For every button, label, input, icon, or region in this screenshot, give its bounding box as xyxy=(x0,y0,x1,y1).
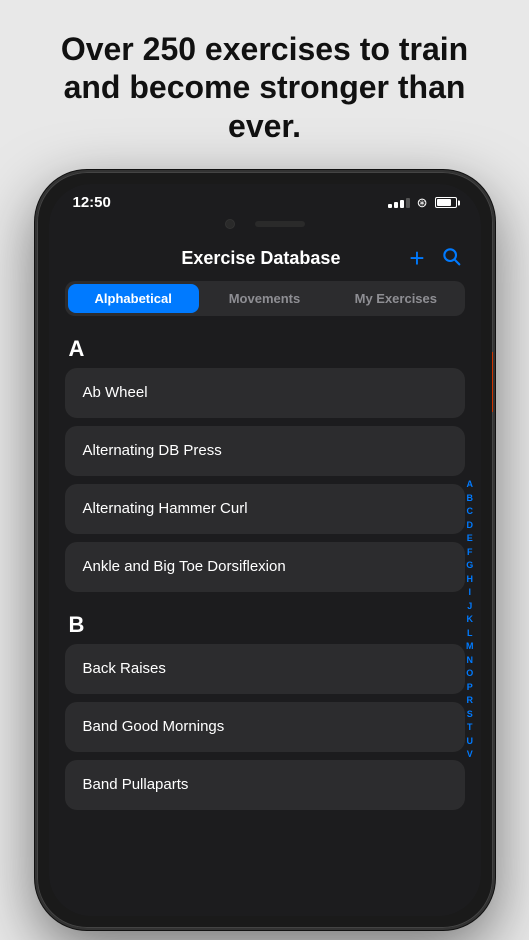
list-item[interactable]: Alternating DB Press xyxy=(65,426,465,476)
alpha-H[interactable]: H xyxy=(463,573,477,587)
alpha-N[interactable]: N xyxy=(463,654,477,668)
app-header: Exercise Database + xyxy=(49,237,481,281)
alpha-B[interactable]: B xyxy=(463,492,477,506)
list-item[interactable]: Ankle and Big Toe Dorsiflexion xyxy=(65,542,465,592)
section-b-header: B xyxy=(65,600,465,644)
alpha-E[interactable]: E xyxy=(463,532,477,546)
front-camera xyxy=(225,219,235,229)
exercise-name: Ab Wheel xyxy=(83,384,148,401)
alpha-C[interactable]: C xyxy=(463,505,477,519)
battery-icon xyxy=(435,197,457,208)
exercise-name: Band Pullaparts xyxy=(83,776,189,793)
exercise-name: Ankle and Big Toe Dorsiflexion xyxy=(83,558,286,575)
alpha-F[interactable]: F xyxy=(463,546,477,560)
header-actions: + xyxy=(409,245,460,271)
alpha-D[interactable]: D xyxy=(463,519,477,533)
alpha-L[interactable]: L xyxy=(463,627,477,641)
notch xyxy=(49,217,481,237)
alpha-K[interactable]: K xyxy=(463,613,477,627)
tab-my-exercises[interactable]: My Exercises xyxy=(330,284,461,313)
list-item[interactable]: Ab Wheel xyxy=(65,368,465,418)
side-button xyxy=(492,352,495,412)
exercise-name: Alternating Hammer Curl xyxy=(83,500,248,517)
tab-alphabetical[interactable]: Alphabetical xyxy=(68,284,199,313)
alpha-S[interactable]: S xyxy=(463,708,477,722)
status-icons: ⊛ xyxy=(388,195,457,211)
list-item[interactable]: Alternating Hammer Curl xyxy=(65,484,465,534)
signal-icon xyxy=(388,198,410,208)
screen: 12:50 ⊛ xyxy=(49,184,481,916)
status-time: 12:50 xyxy=(73,194,111,211)
tab-movements[interactable]: Movements xyxy=(199,284,330,313)
exercise-name: Band Good Mornings xyxy=(83,718,225,735)
alpha-O[interactable]: O xyxy=(463,667,477,681)
alpha-M[interactable]: M xyxy=(463,640,477,654)
alpha-U[interactable]: U xyxy=(463,735,477,749)
alpha-I[interactable]: I xyxy=(463,586,477,600)
app-title: Exercise Database xyxy=(113,248,410,269)
alpha-R[interactable]: R xyxy=(463,694,477,708)
wifi-icon: ⊛ xyxy=(417,195,428,211)
section-a-header: A xyxy=(65,324,465,368)
speaker xyxy=(255,221,305,227)
list-item[interactable]: Band Good Mornings xyxy=(65,702,465,752)
alpha-J[interactable]: J xyxy=(463,600,477,614)
list-item[interactable]: Back Raises xyxy=(65,644,465,694)
list-item[interactable]: Band Pullaparts xyxy=(65,760,465,810)
status-bar: 12:50 ⊛ xyxy=(49,184,481,217)
alpha-G[interactable]: G xyxy=(463,559,477,573)
exercise-list: A Ab Wheel Alternating DB Press Alternat… xyxy=(49,324,481,916)
alpha-A[interactable]: A xyxy=(463,478,477,492)
exercise-name: Alternating DB Press xyxy=(83,442,222,459)
alphabet-sidebar: A B C D E F G H I J K L M N O P R xyxy=(463,324,477,916)
exercise-name: Back Raises xyxy=(83,660,166,677)
search-button[interactable] xyxy=(441,246,461,270)
alpha-T[interactable]: T xyxy=(463,721,477,735)
phone-frame: 12:50 ⊛ xyxy=(35,170,495,930)
tabs-bar: Alphabetical Movements My Exercises xyxy=(65,281,465,316)
alpha-P[interactable]: P xyxy=(463,681,477,695)
headline: Over 250 exercises to train and become s… xyxy=(0,0,529,165)
add-exercise-button[interactable]: + xyxy=(409,245,424,271)
alpha-V[interactable]: V xyxy=(463,748,477,762)
